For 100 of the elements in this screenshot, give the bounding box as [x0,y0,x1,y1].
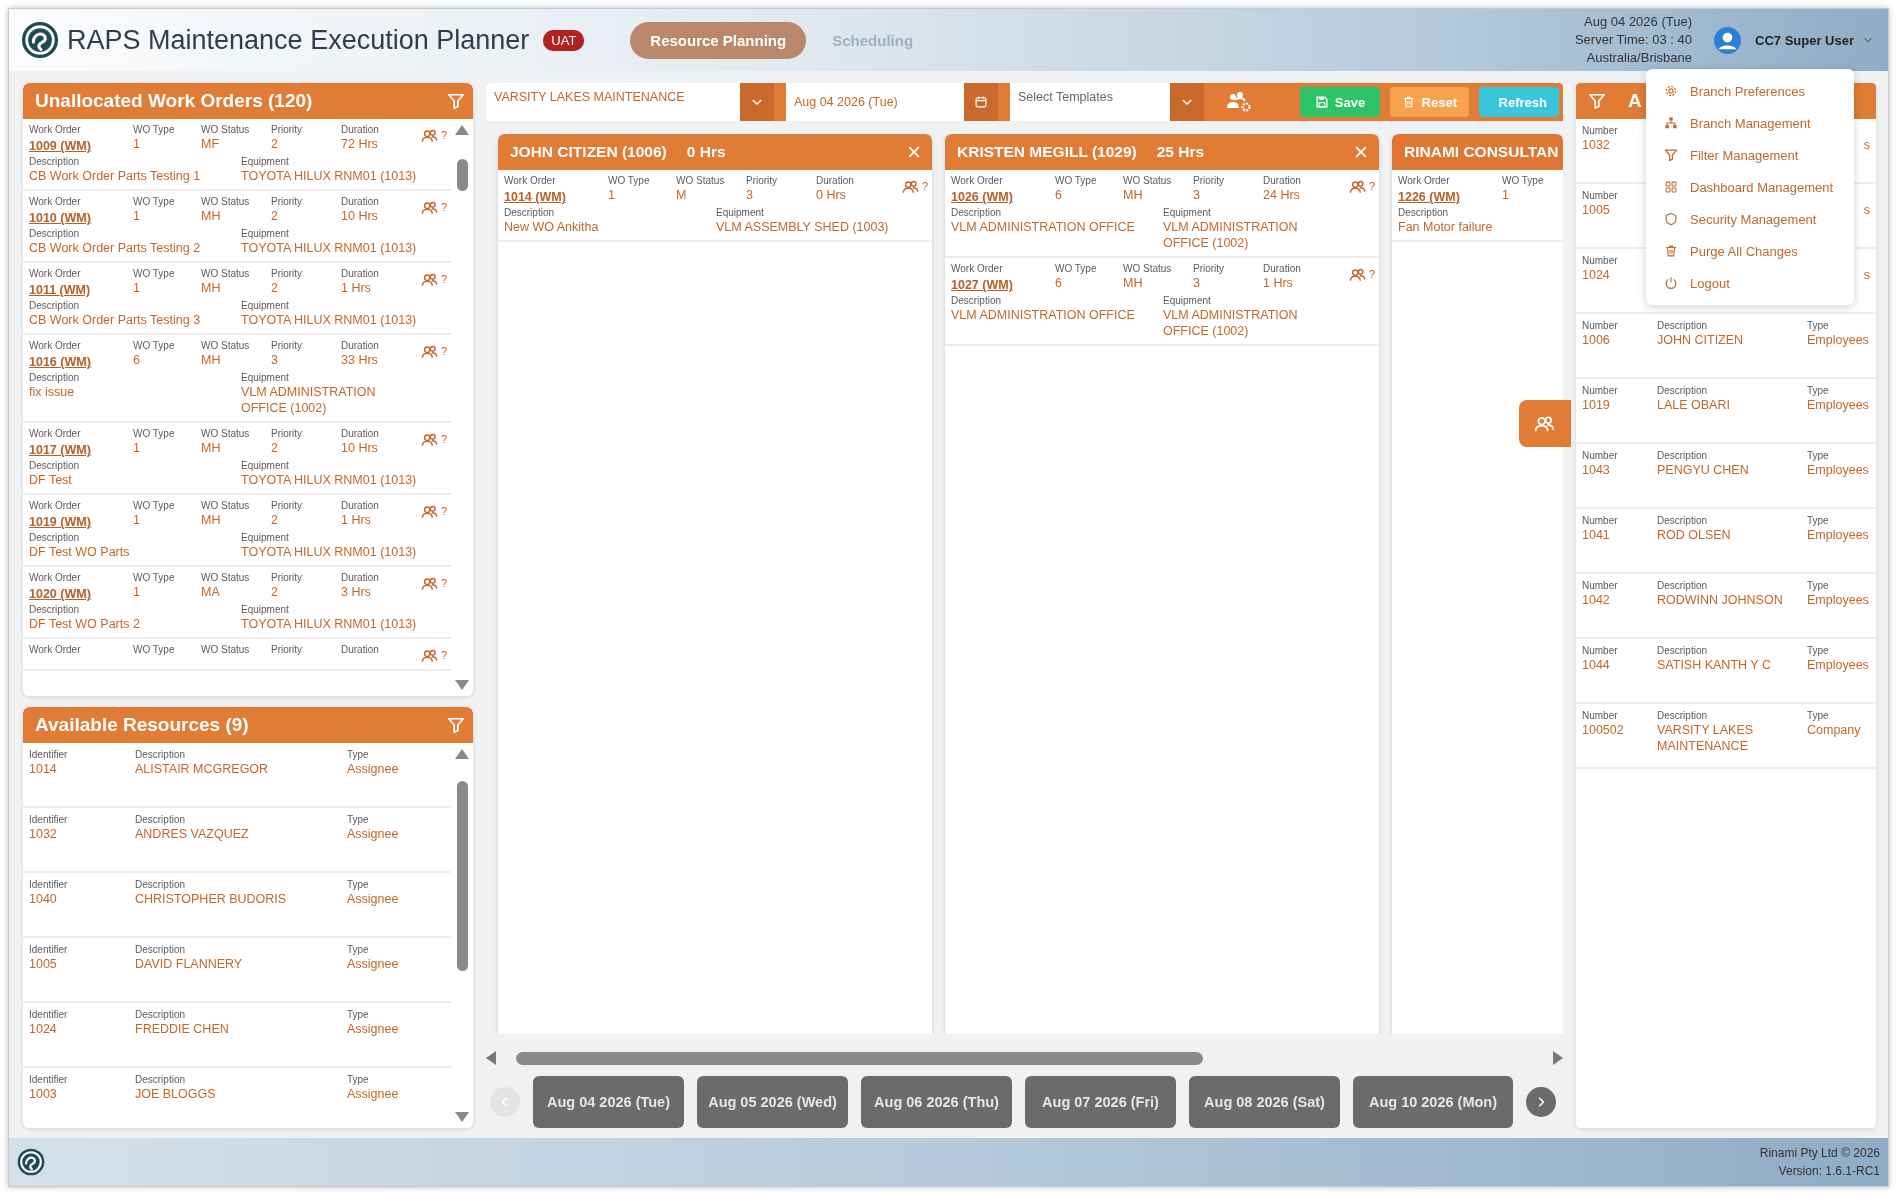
field-value: Assignee [347,761,400,777]
work-order-link[interactable]: 1020 (WM) [29,586,91,602]
work-order-link[interactable]: 1027 (WM) [951,277,1013,293]
menu-item[interactable]: Purge All Changes [1646,235,1854,267]
work-order-link[interactable]: 1019 (WM) [29,514,91,530]
menu-item[interactable]: Filter Management [1646,139,1854,171]
people-icon[interactable] [420,128,439,144]
field-label: Work Order [29,340,82,352]
field-label: Equipment [241,300,290,312]
people-icon[interactable] [1348,179,1367,195]
field-label: Identifier [29,749,69,761]
work-order-link[interactable]: 1026 (WM) [951,189,1013,205]
people-icon[interactable] [420,648,439,664]
field-value: 1041 [1582,527,1611,543]
field-label: WO Type [133,124,176,136]
field-value: VLM ADMINISTRATION OFFICE (1002) [1163,219,1299,251]
work-order-link[interactable]: 1011 (WM) [29,282,91,298]
filter-icon[interactable] [447,716,465,734]
work-order-link[interactable]: 1017 (WM) [29,442,91,458]
people-icon[interactable] [420,432,439,448]
server-time: Server Time: 03 : 40 [1574,31,1692,49]
date-button[interactable]: Aug 07 2026 (Fri) [1025,1076,1176,1128]
menu-item[interactable]: Dashboard Management [1646,171,1854,203]
scroll-up-icon[interactable] [455,125,469,135]
scroll-right-icon[interactable] [1553,1051,1563,1065]
field-label: Work Order [29,572,82,584]
scrollbar-thumb[interactable] [456,781,468,971]
field-label: Number [1582,320,1619,332]
date-button[interactable]: Aug 04 2026 (Tue) [533,1076,684,1128]
scroll-up-icon[interactable] [455,749,469,759]
field-value: 2 [271,208,279,224]
card-title: KRISTEN MEGILL (1029) [957,143,1137,161]
user-name[interactable]: CC7 Super User [1755,32,1854,48]
date-button[interactable]: Aug 06 2026 (Thu) [861,1076,1012,1128]
scrollbar-thumb[interactable] [516,1051,1204,1065]
field-label: Description [135,944,187,956]
field-value: 1044 [1582,657,1611,673]
avatar-icon[interactable] [1714,26,1741,54]
save-button[interactable]: Save [1300,87,1380,117]
field-label: WO Status [1123,263,1173,275]
people-icon[interactable] [420,504,439,520]
next-button[interactable] [1526,1087,1556,1117]
field-value: JOHN CITIZEN [1657,332,1745,348]
field-value: New WO Ankitha [504,219,600,235]
work-order-link[interactable]: 1009 (WM) [29,138,91,154]
people-icon[interactable] [420,576,439,592]
people-icon[interactable] [420,200,439,216]
field-value: 1 [133,208,141,224]
field-label: WO Type [133,340,176,352]
work-order-link[interactable]: 1014 (WM) [504,189,566,205]
field-value: TOYOTA HILUX RNM01 (1013) [241,616,417,632]
work-order-link[interactable]: 1226 (WM) [1398,189,1460,205]
scrollbar-thumb[interactable] [456,159,468,191]
people-icon[interactable] [420,272,439,288]
menu-item[interactable]: Branch Preferences [1646,75,1854,107]
template-select[interactable]: Select Templates [1010,83,1170,121]
scroll-down-icon[interactable] [455,680,469,690]
field-label: Priority [271,124,304,136]
field-label: Work Order [504,175,557,187]
people-gear-icon[interactable] [1226,91,1252,113]
field-value: 3 [1193,275,1201,291]
menu-item[interactable]: Security Management [1646,203,1854,235]
date-button[interactable]: Aug 10 2026 (Mon) [1353,1076,1513,1128]
filter-icon[interactable] [447,92,465,110]
menu-item[interactable]: Branch Management [1646,107,1854,139]
field-value: 10 Hrs [341,440,379,456]
power-icon [1664,276,1678,290]
field-label: Duration [1263,175,1302,187]
field-label: Equipment [241,532,290,544]
close-icon[interactable] [1353,144,1369,160]
work-order-link[interactable]: 1016 (WM) [29,354,91,370]
people-icon[interactable] [1348,267,1367,283]
field-value: 1019 [1582,397,1611,413]
field-label: WO Type [133,268,176,280]
nav-tab[interactable]: Resource Planning [630,21,807,59]
date-button[interactable]: Aug 05 2026 (Wed) [697,1076,848,1128]
field-value: Employees [1807,657,1870,673]
field-label: Description [951,207,1003,219]
filter-icon[interactable] [1588,92,1606,110]
menu-item[interactable]: Logout [1646,267,1854,299]
field-value: 1032 [1582,137,1611,153]
field-label: Equipment [716,207,765,219]
field-label: Description [1657,320,1709,332]
branch-select[interactable]: VARSITY LAKES MAINTENANCE [486,83,740,121]
work-order-link[interactable]: 1010 (WM) [29,210,91,226]
scroll-left-icon[interactable] [486,1051,496,1065]
scroll-down-icon[interactable] [455,1112,469,1122]
date-button[interactable]: Aug 08 2026 (Sat) [1189,1076,1340,1128]
close-icon[interactable] [906,144,922,160]
people-icon[interactable] [901,179,920,195]
field-value: 6 [1055,187,1063,203]
field-value: 33 Hrs [341,352,379,368]
field-label: Identifier [29,944,69,956]
people-icon[interactable] [420,344,439,360]
date-field[interactable]: Aug 04 2026 (Tue) [786,83,964,121]
calendar-button[interactable] [964,83,998,121]
resource-toggle-button[interactable] [1519,400,1571,447]
grid-icon [1664,180,1678,194]
field-label: Identifier [29,814,69,826]
field-label: Number [1582,190,1619,202]
